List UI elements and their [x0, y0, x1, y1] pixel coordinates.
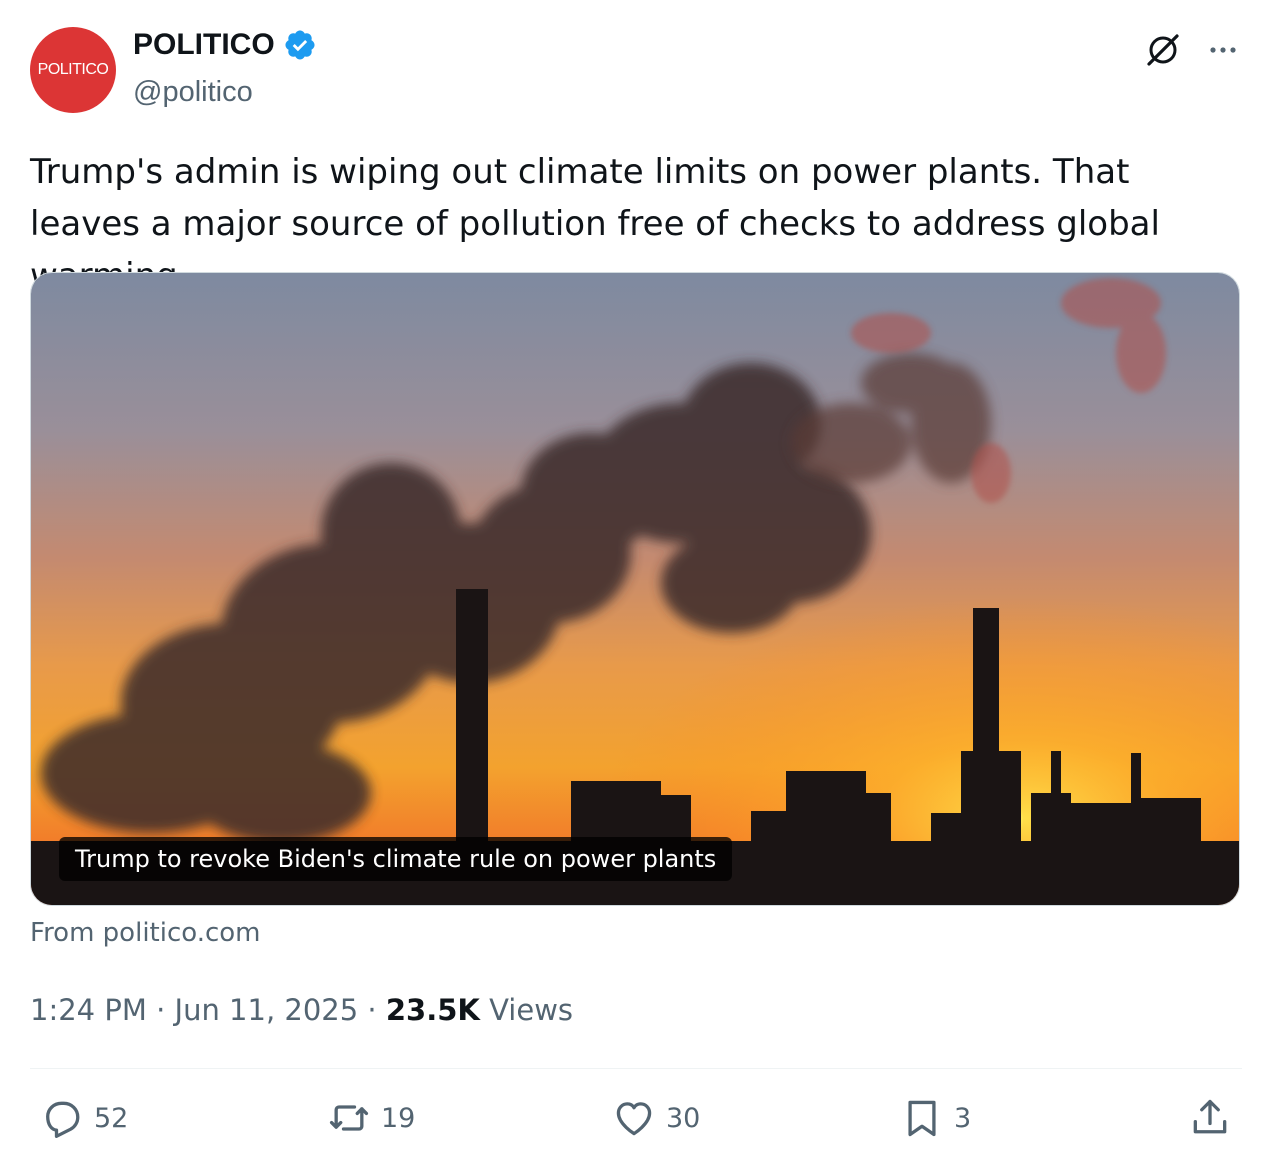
bookmark-icon	[908, 1100, 936, 1137]
card-source[interactable]: From politico.com	[30, 918, 261, 948]
divider	[30, 1068, 1242, 1069]
reply-count: 52	[94, 1102, 129, 1134]
avatar[interactable]: POLITICO	[30, 27, 116, 113]
bookmark-count: 3	[954, 1102, 972, 1134]
link-card[interactable]: Trump to revoke Biden's climate rule on …	[30, 272, 1240, 906]
author-handle[interactable]: @politico	[133, 76, 253, 109]
bookmark-button[interactable]: 3	[900, 1096, 971, 1140]
like-button[interactable]: 30	[612, 1096, 700, 1140]
reply-button[interactable]: 52	[40, 1096, 128, 1140]
card-image	[31, 273, 1239, 905]
repost-count: 19	[381, 1102, 416, 1134]
author-name-row: POLITICO	[133, 28, 317, 62]
views-count: 23.5K	[385, 993, 480, 1027]
meta-separator: ·	[156, 993, 166, 1027]
verified-badge-icon	[285, 30, 315, 60]
display-name[interactable]: POLITICO	[133, 28, 275, 62]
like-icon	[616, 1102, 652, 1136]
views-label: Views	[489, 993, 574, 1027]
grok-icon[interactable]	[1143, 30, 1183, 70]
share-button[interactable]	[1188, 1096, 1232, 1140]
share-icon	[1193, 1099, 1227, 1134]
card-caption: Trump to revoke Biden's climate rule on …	[59, 837, 733, 881]
avatar-logo-text: POLITICO	[37, 61, 109, 78]
tweet-meta: 1:24 PM · Jun 11, 2025 · 23.5K Views	[30, 993, 573, 1027]
tweet-date[interactable]: Jun 11, 2025	[175, 993, 359, 1027]
repost-button[interactable]: 19	[327, 1096, 415, 1140]
more-icon[interactable]	[1203, 30, 1243, 70]
meta-separator: ·	[367, 993, 377, 1027]
like-count: 30	[666, 1102, 701, 1134]
repost-icon	[329, 1105, 369, 1131]
reply-icon	[46, 1101, 80, 1138]
tweet-time[interactable]: 1:24 PM	[30, 993, 147, 1027]
